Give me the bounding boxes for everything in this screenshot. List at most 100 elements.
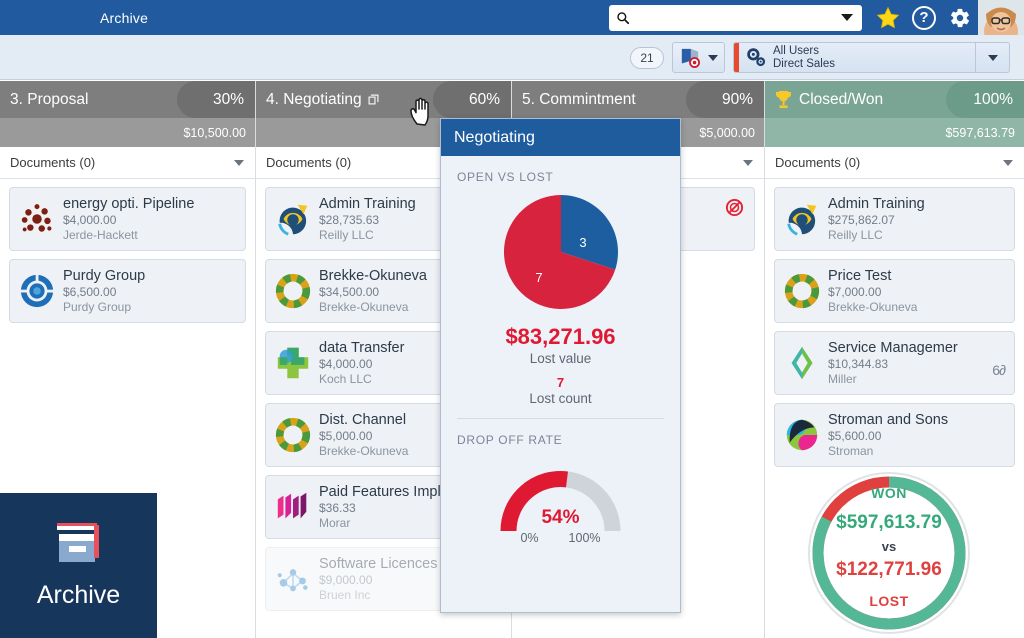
- gauge-value-label: 54%: [441, 507, 680, 529]
- card-amount: $9,000.00: [319, 573, 437, 588]
- user-scope-primary: All Users: [773, 45, 835, 58]
- popup-title: Negotiating: [441, 119, 680, 156]
- card-account: Koch LLC: [319, 372, 404, 387]
- chevron-down-icon[interactable]: [708, 55, 718, 61]
- user-scope-text: All Users Direct Sales: [773, 45, 835, 71]
- opportunity-card[interactable]: Purdy Group $6,500.00 Purdy Group: [9, 259, 246, 323]
- column-total: $10,500.00: [0, 118, 255, 147]
- chevron-down-icon[interactable]: [234, 160, 244, 166]
- card-amount: $4,000.00: [319, 357, 404, 372]
- card-amount: $36.33: [319, 501, 449, 516]
- lost-value-label: Lost value: [441, 351, 680, 366]
- user-avatar[interactable]: [978, 0, 1024, 35]
- user-scope-select[interactable]: All Users Direct Sales: [733, 42, 1010, 73]
- column-header[interactable]: Closed/Won 100%: [765, 81, 1024, 118]
- starburst-logo: [274, 416, 312, 454]
- user-scope-secondary: Direct Sales: [773, 58, 835, 71]
- card-account: Jerde-Hackett: [63, 228, 194, 243]
- pie-chart-svg: 3 7: [501, 192, 621, 312]
- column-header[interactable]: 4. Negotiating 60%: [256, 81, 511, 118]
- card-meta: Dist. Channel $5,000.00 Brekke-Okuneva: [319, 412, 408, 459]
- column-header[interactable]: 3. Proposal 30%: [0, 81, 255, 118]
- pie-label-open: 3: [579, 235, 586, 250]
- opportunity-card[interactable]: Stroman and Sons $5,600.00 Stroman: [774, 403, 1015, 467]
- gear-icon: [949, 7, 971, 29]
- card-title: Purdy Group: [63, 268, 145, 286]
- mouse-cursor-hand-icon: [408, 95, 434, 127]
- glasses-icon: 6∂: [992, 362, 1005, 378]
- record-count-badge: 21: [630, 47, 664, 69]
- donut-won-label: WON: [805, 485, 973, 501]
- stage-summary-popup: Negotiating OPEN VS LOST 3 7 $83,271.96 …: [440, 118, 681, 613]
- help-button[interactable]: ?: [906, 0, 942, 35]
- card-account: Reilly LLC: [828, 228, 925, 243]
- card-title: Paid Features Imple: [319, 484, 449, 502]
- swirl-logo: [783, 416, 821, 454]
- favorites-button[interactable]: [870, 0, 906, 35]
- card-meta: Paid Features Imple $36.33 Morar: [319, 484, 449, 531]
- card-list: Admin Training $275,862.07 Reilly LLC: [765, 179, 1024, 467]
- archive-overlay-label: Archive: [37, 581, 120, 610]
- trophy-icon: [775, 90, 792, 109]
- column-probability: 90%: [686, 81, 764, 118]
- scope-accent-bar: [734, 42, 739, 73]
- documents-row[interactable]: Documents (0): [765, 147, 1024, 179]
- card-title: Price Test: [828, 268, 917, 286]
- card-title: Brekke-Okuneva: [319, 268, 427, 286]
- cross-logo: [274, 344, 312, 382]
- view-mode-button[interactable]: [672, 42, 725, 73]
- help-icon: ?: [912, 6, 936, 30]
- search-box[interactable]: [609, 5, 862, 31]
- no-entry-icon: [725, 198, 744, 217]
- bars-logo: [274, 488, 312, 526]
- chevron-down-icon[interactable]: [743, 160, 753, 166]
- column-probability: 30%: [177, 81, 255, 118]
- flag-filter-icon: [679, 48, 701, 68]
- card-title: Service Managemer: [828, 340, 958, 358]
- column-title: 3. Proposal: [10, 91, 88, 109]
- swoosh-logo: [274, 200, 312, 238]
- card-account: Brekke-Okuneva: [319, 444, 408, 459]
- lost-count-label: Lost count: [441, 391, 680, 406]
- documents-label: Documents (0): [775, 155, 860, 170]
- card-meta: Stroman and Sons $5,600.00 Stroman: [828, 412, 948, 459]
- drop-off-gauge-chart: 54%: [441, 457, 680, 535]
- gears-icon: [745, 47, 769, 69]
- donut-vs-label: vs: [805, 539, 973, 554]
- archive-overlay-badge[interactable]: Archive: [0, 493, 157, 638]
- card-amount: $7,000.00: [828, 285, 917, 300]
- card-amount: $275,862.07: [828, 213, 925, 228]
- card-amount: $28,735.63: [319, 213, 416, 228]
- documents-row[interactable]: Documents (0): [0, 147, 255, 179]
- diamond-logo: [783, 344, 821, 382]
- column-header[interactable]: 5. Commintment 90%: [512, 81, 764, 118]
- card-account: Morar: [319, 516, 449, 531]
- search-dropdown-caret-icon[interactable]: [841, 14, 853, 21]
- cluster-dots-logo: [18, 200, 56, 238]
- card-title: data Transfer: [319, 340, 404, 358]
- donut-lost-value: $122,771.96: [805, 559, 973, 581]
- opportunity-card[interactable]: Price Test $7,000.00 Brekke-Okuneva: [774, 259, 1015, 323]
- starburst-logo: [274, 272, 312, 310]
- lost-count: 7: [441, 375, 680, 390]
- open-external-icon[interactable]: [368, 94, 379, 105]
- card-amount: $5,000.00: [319, 429, 408, 444]
- card-amount: $4,000.00: [63, 213, 194, 228]
- divider: [975, 43, 976, 72]
- card-title: energy opti. Pipeline: [63, 196, 194, 214]
- card-account: Brekke-Okuneva: [319, 300, 427, 315]
- user-scope-chevron-down-icon[interactable]: [988, 55, 998, 61]
- opportunity-card[interactable]: Admin Training $275,862.07 Reilly LLC: [774, 187, 1015, 251]
- documents-label: Documents (0): [10, 155, 95, 170]
- column-title: 5. Commintment: [522, 91, 636, 109]
- lost-value: $83,271.96: [441, 324, 680, 350]
- card-meta: Purdy Group $6,500.00 Purdy Group: [63, 268, 145, 315]
- archive-box-icon: [48, 521, 110, 573]
- opportunity-card[interactable]: Service Managemer $10,344.83 Miller 6∂: [774, 331, 1015, 395]
- card-meta: Brekke-Okuneva $34,500.00 Brekke-Okuneva: [319, 268, 427, 315]
- donut-won-value: $597,613.79: [805, 512, 973, 534]
- chevron-down-icon[interactable]: [1003, 160, 1013, 166]
- search-input[interactable]: [630, 7, 841, 29]
- settings-button[interactable]: [942, 0, 978, 35]
- opportunity-card[interactable]: energy opti. Pipeline $4,000.00 Jerde-Ha…: [9, 187, 246, 251]
